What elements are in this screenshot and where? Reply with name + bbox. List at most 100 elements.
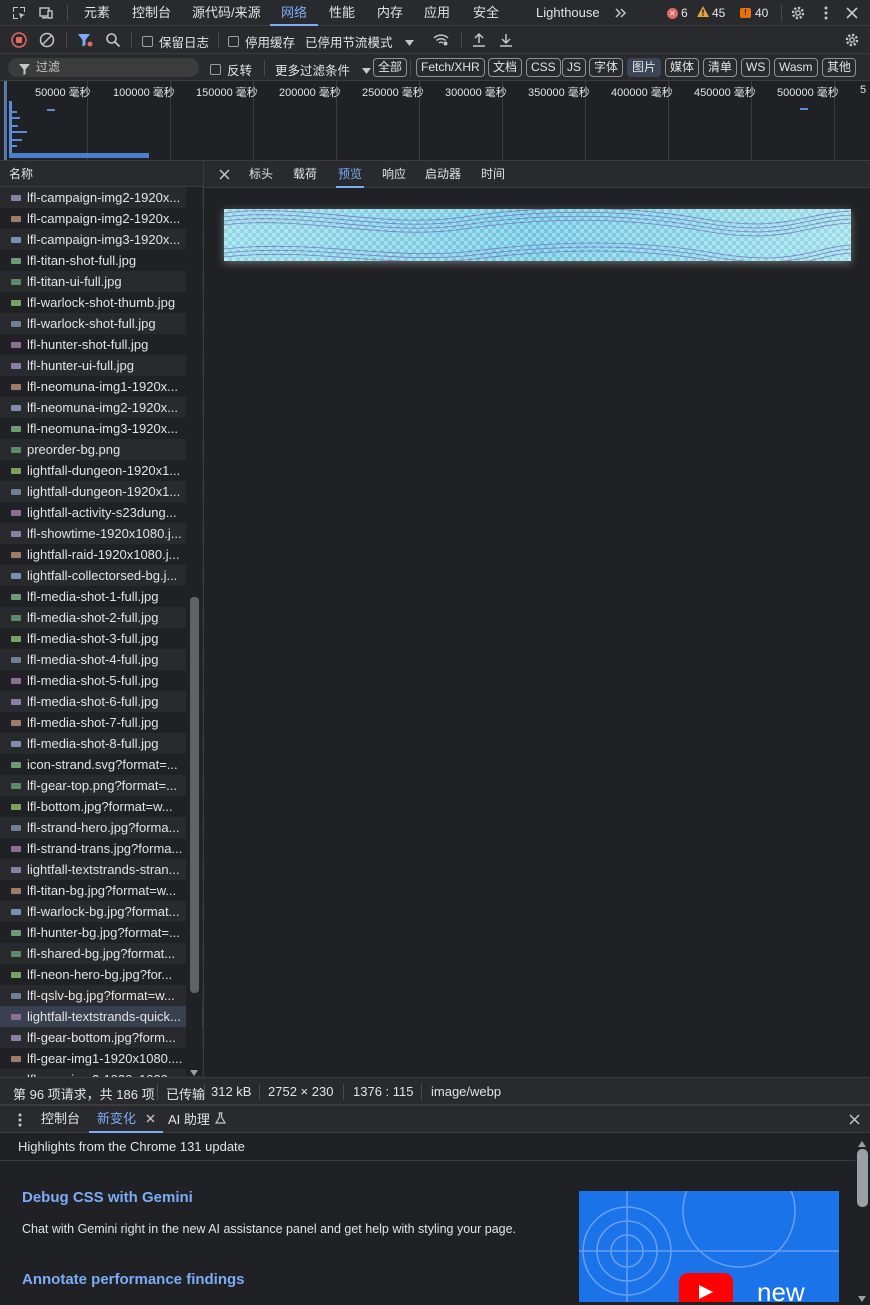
import-har-upload-icon[interactable] [470, 31, 488, 49]
preserve-log-checkbox[interactable]: 保留日志 [142, 32, 209, 51]
request-row[interactable]: lfl-hunter-shot-full.jpg [0, 334, 203, 355]
network-settings-gear-icon[interactable] [843, 31, 861, 49]
tab-response[interactable]: 响应 [382, 161, 406, 188]
request-row[interactable]: lfl-gear-img1-1920x1080.... [0, 1048, 203, 1069]
tab-performance[interactable]: 性能 [329, 0, 355, 26]
feature-1-title[interactable]: Debug CSS with Gemini [22, 1189, 193, 1206]
more-options-kebab-icon[interactable] [817, 4, 835, 22]
name-column-header[interactable]: 名称 [0, 161, 203, 187]
request-row[interactable]: lfl-neomuna-img2-1920x... [0, 397, 203, 418]
request-row[interactable]: lfl-strand-trans.jpg?forma... [0, 838, 203, 859]
request-row[interactable]: lightfall-textstrands-quick... [0, 1006, 203, 1027]
request-row[interactable]: lfl-gear-bottom.jpg?form... [0, 1027, 203, 1048]
tab-headers[interactable]: 标头 [249, 161, 273, 188]
close-tab-icon[interactable] [146, 1106, 155, 1132]
close-devtools-icon[interactable] [843, 4, 861, 22]
request-row[interactable]: lfl-media-shot-6-full.jpg [0, 691, 203, 712]
play-video-button[interactable] [679, 1273, 733, 1302]
tab-elements[interactable]: 元素 [84, 0, 110, 26]
close-detail-icon[interactable] [219, 169, 230, 183]
filter-type-css[interactable]: CSS [526, 58, 561, 77]
request-row[interactable]: lfl-titan-shot-full.jpg [0, 250, 203, 271]
request-row[interactable]: lfl-media-shot-8-full.jpg [0, 733, 203, 754]
filter-funnel-icon[interactable] [76, 31, 94, 49]
tab-console[interactable]: 控制台 [132, 0, 171, 26]
drawer-tab-whats-new[interactable]: 新变化 [89, 1106, 164, 1133]
tab-network[interactable]: 网络 [270, 0, 319, 26]
request-row[interactable]: lfl-warlock-bg.jpg?format... [0, 901, 203, 922]
filter-type-img[interactable]: 图片 [627, 58, 662, 77]
request-row[interactable]: lfl-media-shot-1-full.jpg [0, 586, 203, 607]
request-row[interactable]: lfl-warlock-shot-thumb.jpg [0, 292, 203, 313]
settings-gear-icon[interactable] [789, 4, 807, 22]
request-row[interactable]: lfl-neomuna-img3-1920x... [0, 418, 203, 439]
disable-cache-checkbox[interactable]: 停用缓存 [228, 32, 295, 51]
request-row[interactable]: lfl-hunter-ui-full.jpg [0, 355, 203, 376]
request-row[interactable]: lfl-campaign-img3-1920x... [0, 229, 203, 250]
request-row[interactable]: lfl-gear-img2-1920x1080.... [0, 1069, 203, 1077]
checkbox-box[interactable] [210, 64, 221, 75]
filter-type-font[interactable]: 字体 [589, 58, 624, 77]
filter-type-media[interactable]: 媒体 [665, 58, 700, 77]
request-row[interactable]: lfl-campaign-img2-1920x... [0, 187, 203, 208]
scroll-up-arrow-icon[interactable] [858, 1136, 866, 1150]
request-row[interactable]: lfl-hunter-bg.jpg?format=... [0, 922, 203, 943]
invert-checkbox[interactable]: 反转 [210, 60, 252, 79]
request-row[interactable]: lfl-media-shot-4-full.jpg [0, 649, 203, 670]
tab-sources[interactable]: 源代码/来源 [192, 0, 261, 26]
drawer-scrollbar[interactable] [855, 1133, 870, 1302]
network-overview-timeline[interactable]: 50000 毫秒 100000 毫秒 150000 毫秒 200000 毫秒 2… [0, 81, 870, 161]
clear-log-icon[interactable] [38, 31, 56, 49]
tab-timing[interactable]: 时间 [481, 161, 505, 188]
feature-2-title[interactable]: Annotate performance findings [22, 1271, 245, 1288]
request-row[interactable]: lfl-showtime-1920x1080.j... [0, 523, 203, 544]
tab-preview[interactable]: 预览 [336, 161, 365, 188]
overview-window-left-handle[interactable] [4, 81, 7, 160]
throttling-select[interactable]: 已停用节流模式 [305, 32, 414, 51]
network-conditions-wifi-icon[interactable] [432, 31, 450, 49]
request-row[interactable]: lfl-gear-top.png?format=... [0, 775, 203, 796]
tab-memory[interactable]: 内存 [377, 0, 403, 26]
request-list-scroll-thumb[interactable] [190, 597, 199, 993]
drawer-scroll-thumb[interactable] [857, 1149, 868, 1207]
filter-type-wasm[interactable]: Wasm [774, 58, 818, 77]
warning-counter[interactable]: 45 [697, 5, 725, 21]
tab-application[interactable]: 应用 [424, 0, 450, 26]
search-icon[interactable] [104, 31, 122, 49]
request-row[interactable]: lfl-strand-hero.jpg?forma... [0, 817, 203, 838]
tab-payload[interactable]: 载荷 [293, 161, 317, 188]
request-row[interactable]: lightfall-textstrands-stran... [0, 859, 203, 880]
tab-initiator[interactable]: 启动器 [425, 161, 461, 188]
request-row[interactable]: lightfall-activity-s23dung... [0, 502, 203, 523]
filter-type-js[interactable]: JS [562, 58, 587, 77]
drawer-menu-kebab-icon[interactable] [18, 1113, 22, 1130]
error-counter[interactable]: ✕ 6 [667, 5, 688, 21]
checkbox-box[interactable] [142, 36, 153, 47]
filter-type-manifest[interactable]: 清单 [703, 58, 738, 77]
request-row[interactable]: lfl-shared-bg.jpg?format... [0, 943, 203, 964]
filter-input[interactable]: 过滤 [8, 58, 199, 77]
record-stop-icon[interactable] [10, 31, 28, 49]
request-row[interactable]: lfl-titan-bg.jpg?format=w... [0, 880, 203, 901]
inspect-element-icon[interactable] [10, 4, 28, 22]
issues-counter[interactable]: ! 40 [740, 5, 768, 21]
request-row[interactable]: lfl-campaign-img2-1920x... [0, 208, 203, 229]
request-row[interactable]: lfl-media-shot-3-full.jpg [0, 628, 203, 649]
filter-type-all[interactable]: 全部 [373, 58, 408, 77]
filter-type-other[interactable]: 其他 [822, 58, 857, 77]
filter-type-fetch-xhr[interactable]: Fetch/XHR [416, 58, 485, 77]
request-row[interactable]: lfl-media-shot-7-full.jpg [0, 712, 203, 733]
request-row[interactable]: lightfall-raid-1920x1080.j... [0, 544, 203, 565]
checkbox-box[interactable] [228, 36, 239, 47]
request-row[interactable]: lightfall-collectorsed-bg.j... [0, 565, 203, 586]
request-row[interactable]: lightfall-dungeon-1920x1... [0, 460, 203, 481]
request-row[interactable]: lfl-qslv-bg.jpg?format=w... [0, 985, 203, 1006]
request-row[interactable]: lfl-warlock-shot-full.jpg [0, 313, 203, 334]
filter-type-doc[interactable]: 文档 [488, 58, 523, 77]
request-row[interactable]: lightfall-dungeon-1920x1... [0, 481, 203, 502]
tab-lighthouse[interactable]: Lighthouse [536, 0, 600, 26]
request-row[interactable]: lfl-titan-ui-full.jpg [0, 271, 203, 292]
request-row[interactable]: preorder-bg.png [0, 439, 203, 460]
tab-security[interactable]: 安全 [473, 0, 499, 26]
request-row[interactable]: lfl-neon-hero-bg.jpg?for... [0, 964, 203, 985]
